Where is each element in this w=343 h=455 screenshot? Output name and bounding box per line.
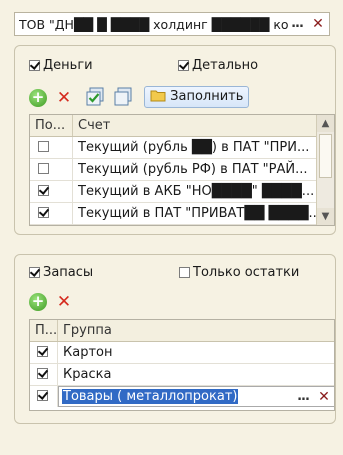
accounts-table[interactable]: По... Счет Текущий (рубль ██) в ПАТ "ПРИ… [29, 114, 335, 226]
row-checkbox[interactable] [38, 207, 49, 218]
fill-button[interactable]: Заполнить [144, 86, 250, 108]
table-row[interactable]: Текущий в ПАТ "ПРИВАТ██ ████... [30, 203, 318, 225]
only-remains-checkbox[interactable]: Только остатки [179, 265, 299, 280]
stock-checkbox[interactable]: Запасы [29, 265, 93, 280]
folder-icon [150, 90, 166, 102]
organization-value[interactable]: ТОВ "ДН██ █ ████ холдинг ██████ компанія… [19, 17, 289, 32]
scroll-down-icon[interactable]: ▼ [317, 208, 334, 225]
group-select-button[interactable]: ... [293, 388, 313, 406]
delete-row-icon[interactable]: ✕ [55, 89, 73, 107]
group-clear-button[interactable]: ✕ [315, 388, 333, 406]
money-checkbox-label: Деньги [43, 58, 93, 73]
row-checkbox[interactable] [38, 185, 49, 196]
scroll-up-icon[interactable]: ▲ [317, 115, 334, 132]
detail-checkbox[interactable]: Детально [178, 58, 258, 73]
table-row[interactable]: Текущий (рубль РФ) в ПАТ "РАЙ... [30, 159, 318, 181]
check-all-icon[interactable] [85, 87, 105, 107]
account-cell[interactable]: Текущий в ПАТ "ПРИВАТ██ ████... [73, 203, 318, 224]
column-header-use[interactable]: П... [30, 320, 58, 341]
uncheck-all-icon[interactable] [113, 87, 133, 107]
money-panel: Деньги Детально + ✕ Заполнить По... Счет [14, 45, 336, 235]
add-row-icon[interactable]: + [29, 89, 47, 107]
organization-field[interactable]: ТОВ "ДН██ █ ████ холдинг ██████ компанія… [14, 12, 330, 36]
scroll-thumb[interactable] [319, 134, 332, 178]
groups-table-header: П... Группа [30, 320, 334, 342]
group-cell[interactable]: Краска [58, 364, 334, 385]
accounts-scrollbar[interactable]: ▲ ▼ [316, 115, 334, 225]
account-cell[interactable]: Текущий (рубль РФ) в ПАТ "РАЙ... [73, 159, 318, 180]
table-row[interactable]: Краска [30, 364, 334, 386]
row-checkbox[interactable] [38, 141, 49, 152]
table-row[interactable]: Картон [30, 342, 334, 364]
table-row[interactable]: Текущий в АКБ "НО████" ████... [30, 181, 318, 203]
row-checkbox[interactable] [37, 368, 48, 379]
only-remains-check-icon[interactable] [179, 267, 190, 278]
detail-check-icon[interactable] [178, 60, 189, 71]
stock-panel: Запасы Только остатки + ✕ П... Группа Ка… [14, 254, 336, 424]
column-header-use[interactable]: По... [30, 115, 73, 136]
detail-checkbox-label: Детально [192, 58, 259, 73]
only-remains-checkbox-label: Только остатки [193, 265, 300, 280]
groups-table[interactable]: П... Группа Картон Краска Товары ( метал… [29, 319, 335, 411]
organization-clear-button[interactable]: ✕ [309, 15, 327, 33]
row-checkbox[interactable] [37, 390, 48, 401]
group-edit-value[interactable]: Товары ( металлопрокат) [62, 389, 239, 404]
money-check-icon[interactable] [29, 60, 40, 71]
row-checkbox[interactable] [38, 163, 49, 174]
group-cell[interactable]: Картон [58, 342, 334, 363]
group-edit-field[interactable]: Товары ( металлопрокат) ... ✕ [58, 386, 334, 407]
account-cell[interactable]: Текущий в АКБ "НО████" ████... [73, 181, 318, 202]
stock-check-icon[interactable] [29, 267, 40, 278]
table-row[interactable]: Текущий (рубль ██) в ПАТ "ПРИ... [30, 137, 318, 159]
column-header-account[interactable]: Счет [73, 115, 318, 136]
fill-button-label: Заполнить [170, 89, 244, 104]
organization-select-button[interactable]: ... [287, 15, 307, 33]
add-row-icon[interactable]: + [29, 293, 47, 311]
account-cell[interactable]: Текущий (рубль ██) в ПАТ "ПРИ... [73, 137, 318, 158]
row-checkbox[interactable] [37, 346, 48, 357]
table-row-editing[interactable]: Товары ( металлопрокат) ... ✕ [30, 386, 334, 408]
column-header-group[interactable]: Группа [58, 320, 334, 341]
accounts-table-header: По... Счет [30, 115, 318, 137]
stock-checkbox-label: Запасы [43, 265, 94, 280]
money-checkbox[interactable]: Деньги [29, 58, 93, 73]
delete-row-icon[interactable]: ✕ [55, 293, 73, 311]
